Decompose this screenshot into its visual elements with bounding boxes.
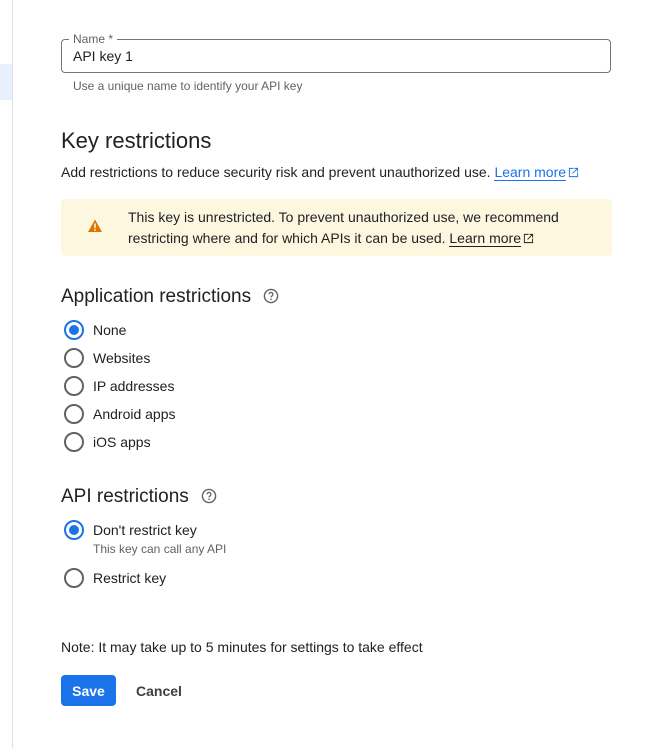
save-button[interactable]: Save [61, 675, 116, 706]
edit-api-key-page: Name * Use a unique name to identify you… [0, 0, 657, 748]
radio-label: Android apps [93, 406, 176, 422]
warning-text-block: This key is unrestricted. To prevent una… [128, 207, 588, 249]
dont-restrict-sublabel: This key can call any API [93, 542, 227, 556]
api-restriction-dont-restrict[interactable]: Don't restrict key [64, 519, 197, 541]
app-restriction-none[interactable]: None [64, 319, 126, 341]
radio-label: Don't restrict key [93, 522, 197, 538]
cancel-button[interactable]: Cancel [124, 675, 194, 706]
api-restrictions-title: API restrictions [61, 484, 217, 510]
key-restrictions-text: Add restrictions to reduce security risk… [61, 164, 491, 180]
learn-more-label: Learn more [494, 164, 567, 180]
key-restrictions-learn-more-link[interactable]: Learn more [494, 164, 567, 181]
help-icon[interactable] [201, 488, 217, 504]
left-nav-rail [0, 0, 13, 748]
open-in-new-icon [523, 233, 534, 244]
warning-icon [88, 219, 102, 232]
learn-more-label: Learn more [449, 230, 521, 246]
radio-label: Websites [93, 350, 151, 366]
application-restrictions-title-text: Application restrictions [61, 286, 252, 307]
radio-label: Restrict key [93, 570, 167, 586]
radio-button[interactable] [64, 520, 84, 540]
key-restrictions-description: Add restrictions to reduce security risk… [61, 163, 579, 181]
radio-button[interactable] [64, 320, 84, 340]
radio-button[interactable] [64, 376, 84, 396]
radio-button[interactable] [64, 348, 84, 368]
name-field[interactable]: Name * [61, 31, 611, 73]
radio-label: IP addresses [93, 378, 175, 394]
app-restriction-ip-addresses[interactable]: IP addresses [64, 375, 174, 397]
left-nav-active-item[interactable] [0, 64, 12, 100]
key-restrictions-title: Key restrictions [61, 128, 212, 153]
warning-learn-more-link[interactable]: Learn more [449, 230, 521, 247]
radio-button[interactable] [64, 432, 84, 452]
radio-button[interactable] [64, 404, 84, 424]
app-restriction-ios-apps[interactable]: iOS apps [64, 431, 151, 453]
radio-button[interactable] [64, 568, 84, 588]
app-restriction-android-apps[interactable]: Android apps [64, 403, 176, 425]
name-field-hint: Use a unique name to identify your API k… [73, 79, 303, 93]
open-in-new-icon [568, 167, 579, 178]
settings-delay-note: Note: It may take up to 5 minutes for se… [61, 639, 423, 655]
help-icon[interactable] [263, 288, 279, 304]
radio-label: None [93, 322, 127, 338]
radio-label: iOS apps [93, 434, 151, 450]
api-restriction-restrict-key[interactable]: Restrict key [64, 567, 166, 589]
application-restrictions-title: Application restrictions [61, 284, 279, 310]
name-input[interactable] [62, 40, 610, 72]
api-restrictions-title-text: API restrictions [61, 486, 189, 507]
app-restriction-websites[interactable]: Websites [64, 347, 150, 369]
unrestricted-warning-banner: This key is unrestricted. To prevent una… [61, 199, 612, 256]
